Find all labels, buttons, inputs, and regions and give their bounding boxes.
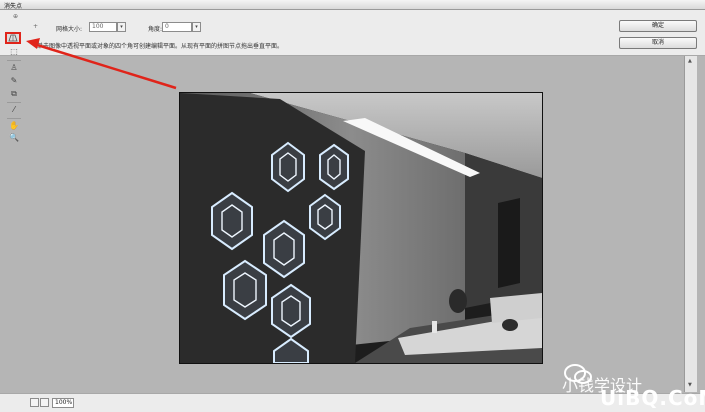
- zoom-in-button[interactable]: [40, 398, 49, 407]
- annotation-arrow: [26, 38, 177, 90]
- zoom-level[interactable]: 100%: [52, 398, 74, 408]
- vertical-scrollbar[interactable]: ▲ ▼: [684, 56, 697, 392]
- zoom-out-button[interactable]: [30, 398, 39, 407]
- watermark-site: UiBQ.CoM: [600, 386, 705, 410]
- scroll-up-icon[interactable]: ▲: [688, 58, 692, 64]
